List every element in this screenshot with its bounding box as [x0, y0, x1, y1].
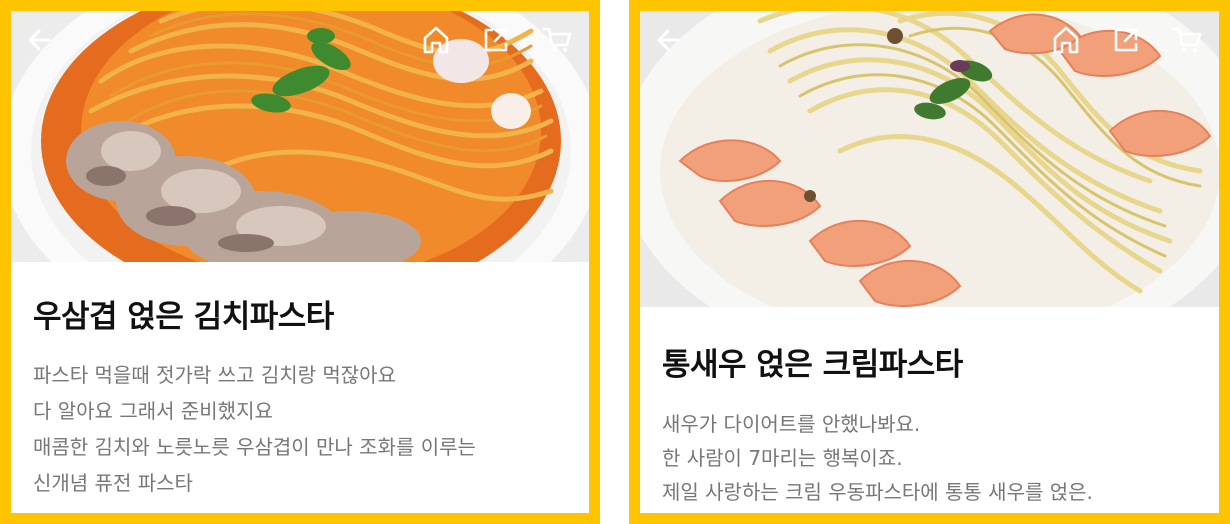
share-icon[interactable] — [1109, 23, 1143, 57]
product-title: 우삼겹 얹은 김치파스타 — [33, 299, 334, 335]
product-photo — [11, 11, 589, 262]
product-description: 파스타 먹을때 젓가락 쓰고 김치랑 먹잖아요 다 알아요 그래서 준비했지요 … — [33, 357, 567, 501]
top-navigation — [11, 23, 589, 57]
product-title: 통새우 얹은 크림파스타 — [662, 347, 963, 383]
product-info: 통새우 얹은 크림파스타 새우가 다이어트를 안했나봐요. 한 사람이 7마리는… — [640, 345, 1219, 509]
home-icon[interactable] — [419, 23, 453, 57]
product-info: 우삼겹 얹은 김치파스타 파스타 먹을때 젓가락 쓰고 김치랑 먹잖아요 다 알… — [11, 297, 589, 501]
description-line: 신개념 퓨전 파스타 — [33, 471, 193, 495]
cart-icon[interactable] — [541, 23, 575, 57]
product-photo — [640, 11, 1219, 307]
share-icon[interactable] — [479, 23, 513, 57]
cart-icon[interactable] — [1171, 23, 1205, 57]
top-navigation — [640, 23, 1219, 57]
description-line: 제일 사랑하는 크림 우동파스타에 통통 새우를 얹은. — [662, 480, 1093, 504]
product-card-cream-shrimp-pasta: 통새우 얹은 크림파스타 새우가 다이어트를 안했나봐요. 한 사람이 7마리는… — [629, 0, 1230, 524]
product-card-kimchi-pasta: 우삼겹 얹은 김치파스타 파스타 먹을때 젓가락 쓰고 김치랑 먹잖아요 다 알… — [0, 0, 600, 524]
back-arrow-icon[interactable] — [23, 23, 57, 57]
product-description: 새우가 다이어트를 안했나봐요. 한 사람이 7마리는 행복이죠. 제일 사랑하… — [662, 407, 1197, 509]
description-line: 새우가 다이어트를 안했나봐요. — [662, 412, 921, 436]
description-line: 다 알아요 그래서 준비했지요 — [33, 399, 273, 423]
screen: 우삼겹 얹은 김치파스타 파스타 먹을때 젓가락 쓰고 김치랑 먹잖아요 다 알… — [0, 0, 1230, 524]
back-arrow-icon[interactable] — [652, 23, 686, 57]
home-icon[interactable] — [1049, 23, 1083, 57]
description-line: 매콤한 김치와 노릇노릇 우삼겹이 만나 조화를 이루는 — [33, 435, 476, 459]
description-line: 한 사람이 7마리는 행복이죠. — [662, 446, 903, 470]
description-line: 파스타 먹을때 젓가락 쓰고 김치랑 먹잖아요 — [33, 363, 396, 387]
